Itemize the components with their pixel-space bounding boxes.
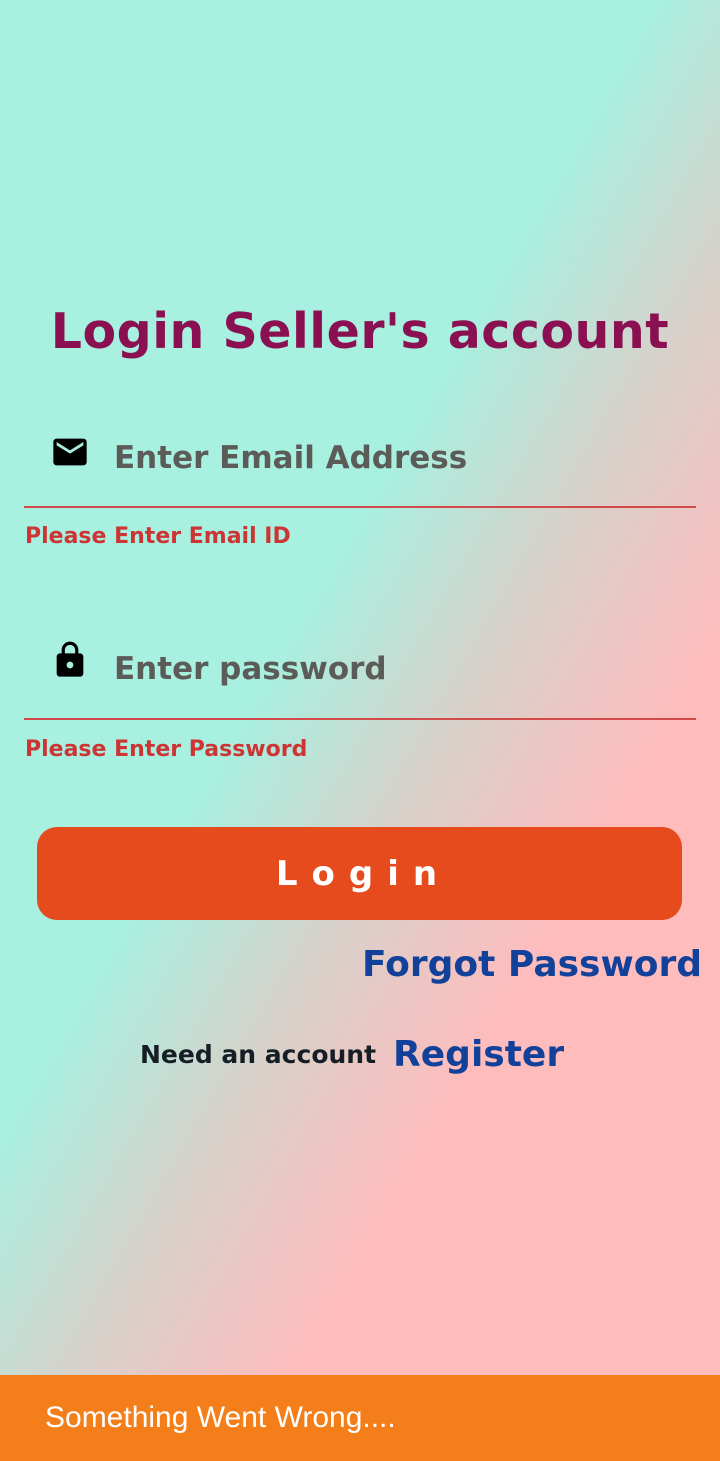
email-error-text: Please Enter Email ID	[25, 524, 291, 549]
error-snackbar: Something Went Wrong....	[0, 1375, 720, 1461]
email-input[interactable]	[114, 410, 684, 506]
lock-icon	[56, 641, 84, 677]
password-input[interactable]	[114, 620, 684, 718]
register-link[interactable]: Register	[393, 1034, 564, 1075]
forgot-password-link[interactable]: Forgot Password	[362, 944, 702, 985]
page-title: Login Seller's account	[50, 303, 670, 360]
email-field[interactable]	[24, 410, 696, 508]
password-field[interactable]	[24, 620, 696, 720]
password-error-text: Please Enter Password	[25, 737, 308, 762]
mail-icon	[53, 438, 87, 466]
login-button[interactable]: Login	[37, 827, 682, 920]
need-account-text: Need an account	[140, 1040, 377, 1069]
snackbar-message: Something Went Wrong....	[45, 1401, 396, 1434]
register-row: Need an account Register	[140, 1034, 564, 1075]
